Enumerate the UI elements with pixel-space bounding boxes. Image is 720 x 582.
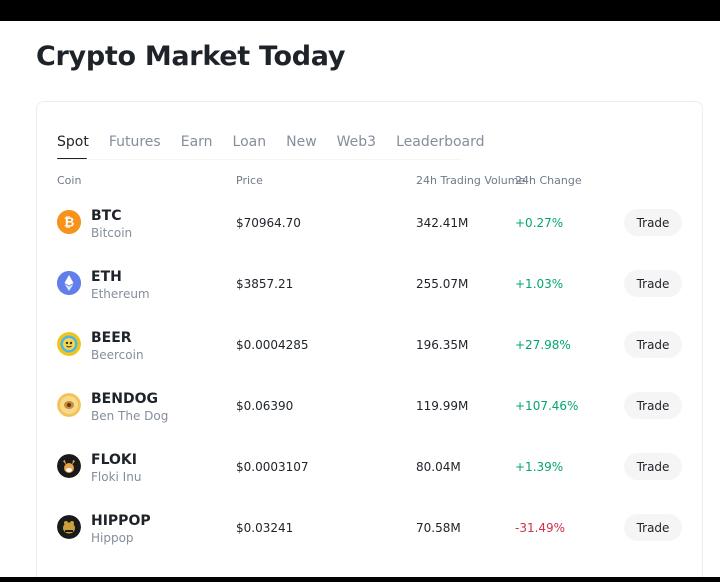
coin-volume: 196.35M [416, 338, 469, 352]
column-header-coin: Coin [57, 174, 82, 187]
coin-name: Ethereum [91, 287, 150, 301]
coin-price: $0.03241 [236, 521, 294, 535]
coin-price: $3857.21 [236, 277, 294, 291]
trade-button[interactable]: Trade [624, 270, 682, 297]
table-row[interactable]: BEER Beercoin $0.0004285 196.35M +27.98%… [37, 326, 704, 387]
bottom-edge [0, 577, 720, 582]
coin-price: $0.0004285 [236, 338, 309, 352]
coin-symbol: BEER [91, 330, 132, 346]
table-row[interactable]: ETH Ethereum $3857.21 255.07M +1.03% Tra… [37, 265, 704, 326]
coin-change: +107.46% [515, 399, 579, 413]
table-row[interactable]: FLOKI Floki Inu $0.0003107 80.04M +1.39%… [37, 448, 704, 509]
coin-change: -31.49% [515, 521, 566, 535]
page-title: Crypto Market Today [36, 41, 346, 72]
tab-spot[interactable]: Spot [57, 132, 89, 162]
tab-loan[interactable]: Loan [233, 132, 267, 162]
page: Crypto Market Today Spot Futures Earn Lo… [0, 21, 720, 582]
market-card: Spot Futures Earn Loan New Web3 Leaderbo… [36, 101, 703, 582]
column-header-volume: 24h Trading Volume [416, 174, 526, 187]
table-row[interactable]: ₿ BTC Bitcoin $70964.70 342.41M +0.27% T… [37, 204, 704, 265]
coin-name: Hippop [91, 531, 134, 545]
bendog-icon [57, 393, 81, 417]
coin-change: +1.39% [515, 460, 564, 474]
coin-change: +0.27% [515, 216, 564, 230]
table-row[interactable]: BENDOG Ben The Dog $0.06390 119.99M +107… [37, 387, 704, 448]
bitcoin-icon: ₿ [57, 210, 81, 234]
column-header-change: 24h Change [515, 174, 582, 187]
coin-symbol: HIPPOP [91, 513, 151, 529]
coin-change: +27.98% [515, 338, 571, 352]
hippop-icon [57, 515, 81, 539]
trade-button[interactable]: Trade [624, 514, 682, 541]
coin-change: +1.03% [515, 277, 564, 291]
trade-button[interactable]: Trade [624, 392, 682, 419]
market-tabs: Spot Futures Earn Loan New Web3 Leaderbo… [57, 132, 505, 162]
floki-icon [57, 454, 81, 478]
coin-name: Ben The Dog [91, 409, 169, 423]
svg-text:₿: ₿ [64, 216, 75, 231]
coin-name: Floki Inu [91, 470, 142, 484]
coin-volume: 342.41M [416, 216, 469, 230]
column-header-price: Price [236, 174, 263, 187]
trade-button[interactable]: Trade [624, 453, 682, 480]
coin-symbol: BENDOG [91, 391, 158, 407]
table-row[interactable]: HIPPOP Hippop $0.03241 70.58M -31.49% Tr… [37, 509, 704, 570]
trade-button[interactable]: Trade [624, 331, 682, 358]
beercoin-icon [57, 332, 81, 356]
coin-price: $0.0003107 [236, 460, 309, 474]
tab-web3[interactable]: Web3 [337, 132, 376, 162]
coin-symbol: BTC [91, 208, 122, 224]
coin-volume: 80.04M [416, 460, 461, 474]
tab-futures[interactable]: Futures [109, 132, 161, 162]
coin-symbol: FLOKI [91, 452, 137, 468]
coin-volume: 119.99M [416, 399, 469, 413]
tab-earn[interactable]: Earn [181, 132, 213, 162]
ethereum-icon [57, 271, 81, 295]
coin-volume: 255.07M [416, 277, 469, 291]
trade-button[interactable]: Trade [624, 209, 682, 236]
coin-volume: 70.58M [416, 521, 461, 535]
coin-name: Beercoin [91, 348, 144, 362]
coin-price: $70964.70 [236, 216, 301, 230]
tab-leaderboard[interactable]: Leaderboard [396, 132, 484, 162]
coin-name: Bitcoin [91, 226, 133, 240]
tab-new[interactable]: New [286, 132, 317, 162]
coin-price: $0.06390 [236, 399, 294, 413]
coin-symbol: ETH [91, 269, 122, 285]
tabs-divider [57, 159, 462, 160]
